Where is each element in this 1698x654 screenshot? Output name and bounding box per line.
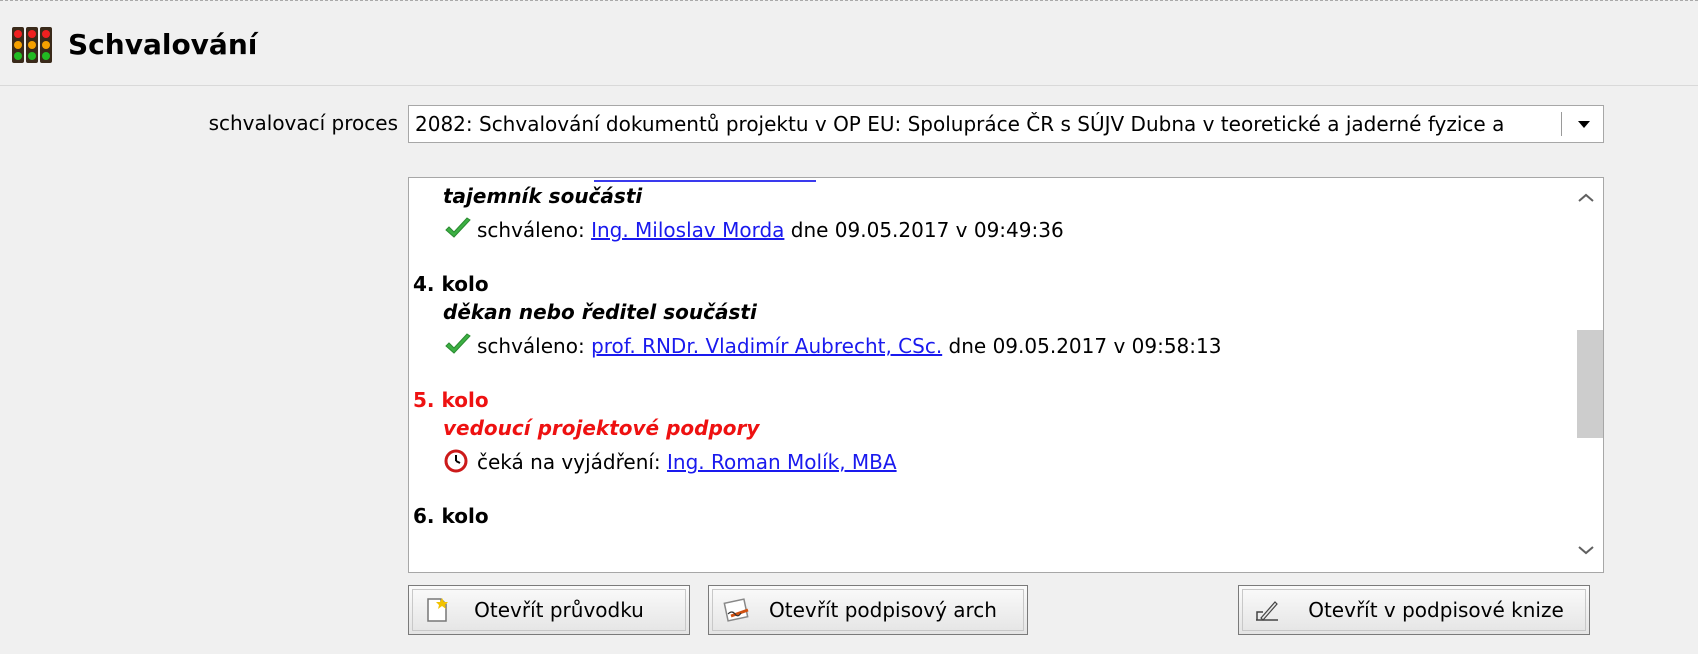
- open-signature-book-button[interactable]: Otevřít v podpisové knize: [1238, 585, 1590, 635]
- round-status: čeká na vyjádření: Ing. Roman Molík, MBA: [443, 448, 897, 476]
- chevron-down-icon[interactable]: [1567, 106, 1601, 142]
- status-text: čeká na vyjádření:: [477, 450, 661, 474]
- check-icon: [445, 333, 471, 354]
- round-status: schváleno: Ing. Miloslav Morda dne 09.05…: [443, 216, 1064, 244]
- round-heading-current: 5. kolo: [413, 388, 489, 412]
- approval-window: Schvalování schvalovací proces 2082: Sch…: [0, 0, 1698, 654]
- clock-icon: [444, 449, 468, 473]
- button-label: Otevřít průvodku: [474, 598, 644, 622]
- button-label: Otevřít v podpisové knize: [1308, 598, 1564, 622]
- approval-rounds-panel[interactable]: tajemník součásti schváleno: Ing. Milosl…: [408, 177, 1604, 573]
- traffic-light-icon: [12, 27, 52, 63]
- status-text: schváleno:: [477, 218, 585, 242]
- vertical-scrollbar[interactable]: [1569, 178, 1603, 572]
- process-label: schvalovací proces: [208, 111, 398, 135]
- round-status: schváleno: prof. RNDr. Vladimír Aubrecht…: [443, 332, 1221, 360]
- approver-link[interactable]: prof. RNDr. Vladimír Aubrecht, CSc.: [591, 334, 942, 358]
- approval-rounds-list: tajemník součásti schváleno: Ing. Milosl…: [413, 178, 1563, 572]
- button-label: Otevřít podpisový arch: [769, 598, 997, 622]
- status-text: schváleno:: [477, 334, 585, 358]
- header: Schvalování: [0, 1, 1698, 86]
- process-select[interactable]: 2082: Schvalování dokumentů projektu v O…: [408, 105, 1604, 143]
- scroll-down-icon[interactable]: [1569, 538, 1603, 562]
- round-role-current: vedoucí projektové podpory: [443, 416, 760, 440]
- open-signature-sheet-button[interactable]: Otevřít podpisový arch: [708, 585, 1028, 635]
- status-date: dne 09.05.2017 v 09:49:36: [790, 218, 1064, 242]
- pending-approver-link[interactable]: Ing. Roman Molík, MBA: [667, 450, 897, 474]
- process-select-value: 2082: Schvalování dokumentů projektu v O…: [415, 112, 1505, 136]
- select-divider: [1561, 112, 1562, 136]
- scroll-up-icon[interactable]: [1569, 186, 1603, 210]
- approver-link[interactable]: Ing. Miloslav Morda: [591, 218, 784, 242]
- round-heading: 6. kolo: [413, 504, 489, 528]
- open-cover-button[interactable]: Otevřít průvodku: [408, 585, 690, 635]
- status-date: dne 09.05.2017 v 09:58:13: [948, 334, 1222, 358]
- round-role: tajemník součásti: [443, 184, 643, 208]
- round-heading: 4. kolo: [413, 272, 489, 296]
- scrollbar-thumb[interactable]: [1577, 330, 1603, 438]
- page-title: Schvalování: [68, 28, 258, 61]
- check-icon: [445, 217, 471, 238]
- round-role: děkan nebo ředitel součásti: [443, 300, 757, 324]
